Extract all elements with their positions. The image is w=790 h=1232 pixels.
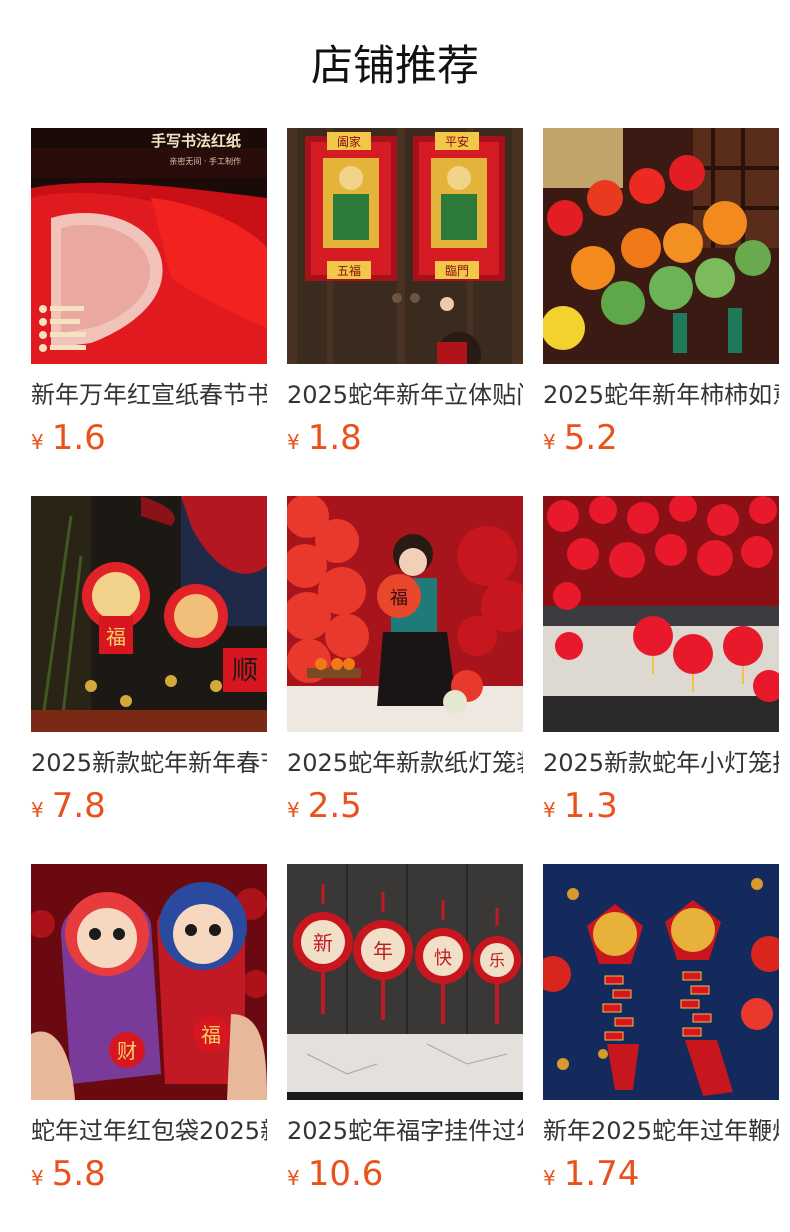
price-value: 5.2 bbox=[563, 418, 618, 458]
currency-symbol: ¥ bbox=[31, 430, 44, 454]
product-image-door-god-posters[interactable]: 阖家 平安 五福 臨門 bbox=[287, 128, 523, 364]
currency-symbol: ¥ bbox=[543, 430, 556, 454]
product-price: ¥5.2 bbox=[543, 416, 779, 460]
image-caption: 福 bbox=[201, 1023, 221, 1047]
currency-symbol: ¥ bbox=[31, 798, 44, 822]
product-card[interactable]: 阖家 平安 五福 臨門 2025蛇年新年立体贴门神 ¥1.8 bbox=[287, 128, 523, 458]
product-price: ¥1.74 bbox=[543, 1152, 779, 1196]
currency-symbol: ¥ bbox=[543, 1166, 556, 1190]
currency-symbol: ¥ bbox=[543, 798, 556, 822]
product-image-firecracker-pendants[interactable] bbox=[543, 864, 779, 1100]
image-caption: 新 bbox=[313, 931, 333, 955]
product-name[interactable]: 蛇年过年红包袋2025新款 bbox=[31, 1114, 267, 1148]
image-caption: 福 bbox=[390, 588, 408, 609]
product-name[interactable]: 2025蛇年福字挂件过年装饰 bbox=[287, 1114, 523, 1148]
price-value: 1.6 bbox=[51, 418, 106, 458]
product-name[interactable]: 2025蛇年新款纸灯笼装饰 bbox=[287, 746, 523, 780]
product-name[interactable]: 2025新款蛇年小灯笼挂饰 bbox=[543, 746, 779, 780]
price-value: 7.8 bbox=[51, 786, 106, 826]
image-caption: 乐 bbox=[489, 951, 505, 970]
product-price: ¥7.8 bbox=[31, 784, 267, 828]
product-name[interactable]: 2025蛇年新年立体贴门神 bbox=[287, 378, 523, 412]
currency-symbol: ¥ bbox=[287, 430, 300, 454]
product-image-lion-red-envelopes[interactable]: 财 福 bbox=[31, 864, 267, 1100]
image-caption: 年 bbox=[373, 939, 393, 963]
product-card[interactable]: 福 顺 2025新款蛇年新年春节挂件 ¥7.8 bbox=[31, 496, 267, 826]
product-card[interactable]: 新 年 快 乐 2025蛇年福字挂件过年装饰 ¥10.6 bbox=[287, 864, 523, 1194]
price-value: 10.6 bbox=[307, 1154, 384, 1194]
image-caption: 快 bbox=[434, 948, 452, 969]
product-price: ¥1.8 bbox=[287, 416, 523, 460]
product-card[interactable]: 2025新款蛇年小灯笼挂饰 ¥1.3 bbox=[543, 496, 779, 826]
price-value: 1.3 bbox=[563, 786, 618, 826]
currency-symbol: ¥ bbox=[31, 1166, 44, 1190]
image-caption: 福 bbox=[106, 625, 126, 649]
product-name[interactable]: 2025新款蛇年新年春节挂件 bbox=[31, 746, 267, 780]
currency-symbol: ¥ bbox=[287, 798, 300, 822]
product-price: ¥1.3 bbox=[543, 784, 779, 828]
product-image-persimmon-ornaments[interactable] bbox=[543, 128, 779, 364]
product-price: ¥5.8 bbox=[31, 1152, 267, 1196]
product-image-lantern-tree[interactable] bbox=[543, 496, 779, 732]
product-price: ¥10.6 bbox=[287, 1152, 523, 1196]
product-price: ¥1.6 bbox=[31, 416, 267, 460]
product-name[interactable]: 新年2025蛇年过年鞭炮挂件 bbox=[543, 1114, 779, 1148]
product-image-fu-wall-hangings[interactable]: 新 年 快 乐 bbox=[287, 864, 523, 1100]
image-caption: 阖家 bbox=[337, 134, 361, 149]
product-card[interactable]: 2025蛇年新年柿柿如意挂饰 ¥5.2 bbox=[543, 128, 779, 458]
product-card[interactable]: 手写书法红纸 亲密无间 · 手工制作 新年万年红宣纸春节书法 ¥1.6 bbox=[31, 128, 267, 458]
image-caption: 平安 bbox=[445, 134, 469, 149]
product-image-paper-lanterns-girl[interactable]: 福 bbox=[287, 496, 523, 732]
page-title: 店铺推荐 bbox=[310, 41, 479, 90]
image-caption: 顺 bbox=[232, 656, 258, 686]
product-name[interactable]: 新年万年红宣纸春节书法 bbox=[31, 378, 267, 412]
product-image-lion-pendants[interactable]: 福 顺 bbox=[31, 496, 267, 732]
price-value: 5.8 bbox=[51, 1154, 106, 1194]
product-image-red-calligraphy-paper[interactable]: 手写书法红纸 亲密无间 · 手工制作 bbox=[31, 128, 267, 364]
currency-symbol: ¥ bbox=[287, 1166, 300, 1190]
image-caption: 臨門 bbox=[445, 264, 469, 278]
price-value: 1.8 bbox=[307, 418, 362, 458]
product-card[interactable]: 财 福 蛇年过年红包袋2025新款 ¥5.8 bbox=[31, 864, 267, 1194]
image-caption: 手写书法红纸 bbox=[151, 132, 241, 150]
product-card[interactable]: 新年2025蛇年过年鞭炮挂件 ¥1.74 bbox=[543, 864, 779, 1194]
product-price: ¥2.5 bbox=[287, 784, 523, 828]
image-caption: 财 bbox=[117, 1039, 137, 1063]
price-value: 2.5 bbox=[307, 786, 362, 826]
image-caption: 亲密无间 · 手工制作 bbox=[169, 156, 241, 166]
product-name[interactable]: 2025蛇年新年柿柿如意挂饰 bbox=[543, 378, 779, 412]
product-card[interactable]: 福 2025蛇年新款纸灯笼装饰 ¥2.5 bbox=[287, 496, 523, 826]
price-value: 1.74 bbox=[563, 1154, 640, 1194]
image-caption: 五福 bbox=[337, 263, 361, 278]
